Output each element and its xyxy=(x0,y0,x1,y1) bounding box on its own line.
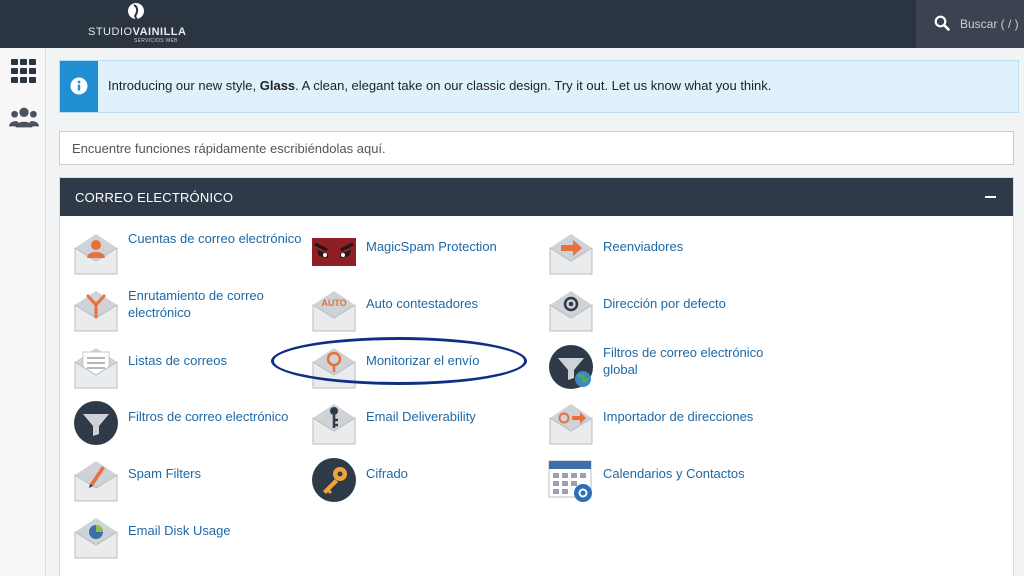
track-delivery-icon xyxy=(312,348,356,389)
item-label: Monitorizar el envío xyxy=(366,353,480,368)
email-disk-usage-icon xyxy=(74,518,118,559)
forwarders-icon xyxy=(549,234,593,275)
item-label: Filtros de correo electrónico global xyxy=(603,345,764,377)
item-reenviadores[interactable]: Reenviadores xyxy=(548,230,778,280)
item-autocontestadores[interactable]: AUTO Auto contestadores xyxy=(311,287,541,337)
item-filtros[interactable]: Filtros de correo electrónico xyxy=(73,400,303,450)
search-label: Buscar ( / ) xyxy=(960,17,1019,31)
search-icon xyxy=(934,15,950,31)
item-spam[interactable]: Spam Filters xyxy=(73,457,303,507)
logo-mark-icon xyxy=(128,3,144,23)
brand-logo[interactable]: STUDIOVAINILLA SERVICIOS WEB xyxy=(88,2,188,44)
email-section-header[interactable]: CORREO ELECTRÓNICO xyxy=(60,178,1013,216)
item-label: Dirección por defecto xyxy=(603,296,726,311)
mailing-lists-icon xyxy=(74,348,118,389)
brand-name: STUDIOVAINILLA xyxy=(88,26,187,38)
quick-function-search-input[interactable] xyxy=(59,131,1014,165)
global-search-button[interactable]: Buscar ( / ) xyxy=(916,0,1024,48)
email-deliverability-icon xyxy=(312,404,356,445)
section-title: CORREO ELECTRÓNICO xyxy=(75,190,234,205)
item-label: Cifrado xyxy=(366,466,408,481)
auto-badge-text: AUTO xyxy=(321,298,346,308)
item-label: Auto contestadores xyxy=(366,296,479,311)
info-icon xyxy=(70,77,88,95)
email-section-panel: CORREO ELECTRÓNICO Cuentas de correo ele… xyxy=(59,177,1014,576)
address-importer-icon xyxy=(549,404,593,445)
email-routing-icon xyxy=(74,291,118,332)
calendars-contacts-icon xyxy=(548,460,592,502)
item-disk-usage[interactable]: Email Disk Usage xyxy=(73,514,303,564)
item-cifrado[interactable]: Cifrado xyxy=(311,457,541,507)
autoresponders-icon: AUTO xyxy=(312,291,356,332)
item-magicspam[interactable]: MagicSpam Protection xyxy=(311,230,541,280)
item-importador[interactable]: Importador de direcciones xyxy=(548,400,778,450)
item-label: Reenviadores xyxy=(603,239,684,254)
item-label: Importador de direcciones xyxy=(603,409,754,424)
item-label: Listas de correos xyxy=(128,353,227,368)
brand-subtitle: SERVICIOS WEB xyxy=(134,38,178,44)
global-email-filters-icon xyxy=(549,345,593,389)
item-enrutamiento[interactable]: Enrutamiento de correo electrónico xyxy=(73,287,303,337)
item-label: Cuentas de correo electrónico xyxy=(128,231,302,246)
item-label: MagicSpam Protection xyxy=(366,239,497,254)
glass-style-notice: Introducing our new style, Glass. A clea… xyxy=(59,60,1019,113)
email-accounts-icon xyxy=(74,234,118,275)
magicspam-icon xyxy=(312,238,356,266)
grid-apps-icon[interactable] xyxy=(9,58,39,84)
spam-filters-icon xyxy=(74,461,118,502)
encryption-icon xyxy=(312,458,356,502)
item-label: Email Deliverability xyxy=(366,409,476,424)
item-label: Calendarios y Contactos xyxy=(603,466,745,481)
notice-icon-tab xyxy=(60,61,98,112)
item-cuentas[interactable]: Cuentas de correo electrónico xyxy=(73,230,303,280)
users-group-icon[interactable] xyxy=(9,104,39,130)
top-bar: STUDIOVAINILLA SERVICIOS WEB Buscar ( / … xyxy=(0,0,1024,48)
item-monitorizar[interactable]: Monitorizar el envío xyxy=(311,344,541,394)
item-deliverability[interactable]: Email Deliverability xyxy=(311,400,541,450)
left-sidebar xyxy=(0,48,46,576)
item-filtros-global[interactable]: Filtros de correo electrónico global xyxy=(548,344,778,394)
item-label: Enrutamiento de correo electrónico xyxy=(128,288,264,320)
default-address-icon xyxy=(549,291,593,332)
notice-message: Introducing our new style, Glass. A clea… xyxy=(108,78,772,93)
email-filters-icon xyxy=(74,401,118,445)
item-direccion-defecto[interactable]: Dirección por defecto xyxy=(548,287,778,337)
glass-style-link[interactable]: Glass xyxy=(260,78,295,93)
item-label: Email Disk Usage xyxy=(128,523,231,538)
item-listas[interactable]: Listas de correos xyxy=(73,344,303,394)
item-calendarios[interactable]: Calendarios y Contactos xyxy=(548,457,778,507)
item-label: Filtros de correo electrónico xyxy=(128,409,289,424)
collapse-section-button[interactable] xyxy=(983,189,999,205)
item-label: Spam Filters xyxy=(128,466,201,481)
